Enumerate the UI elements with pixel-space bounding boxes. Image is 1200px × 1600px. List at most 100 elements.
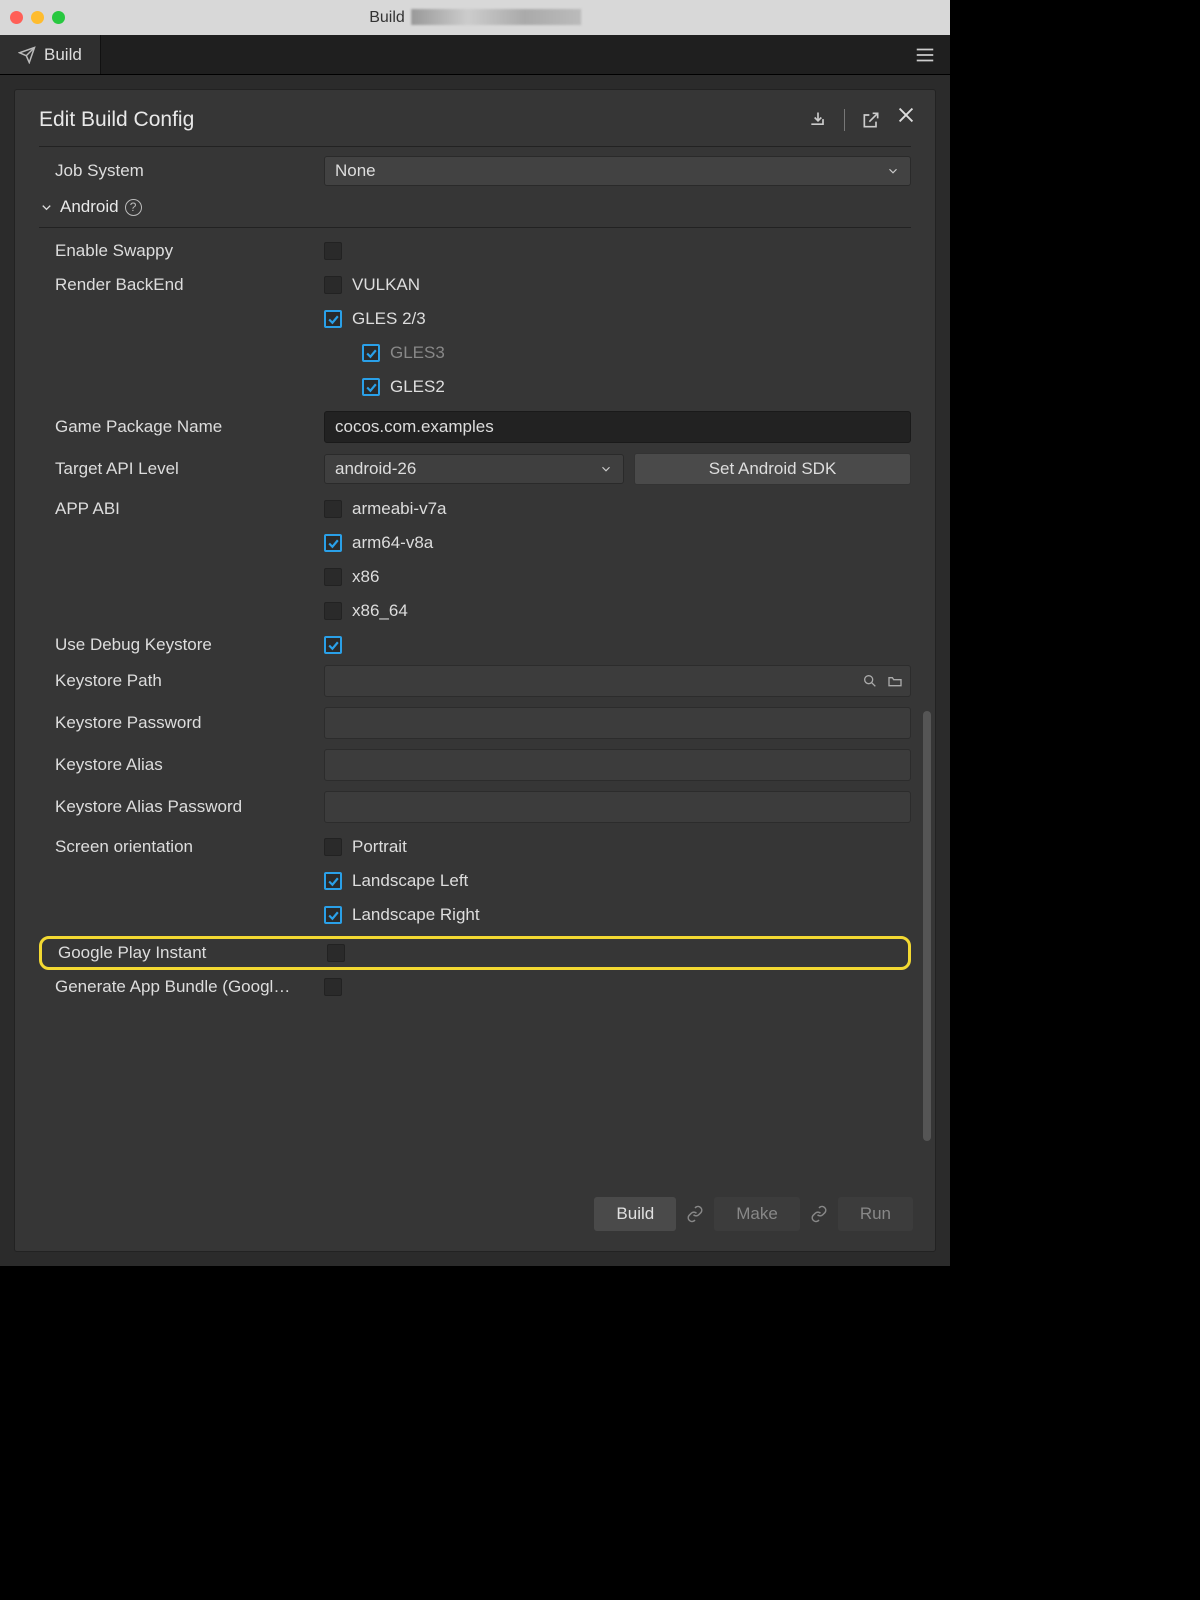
label-google-play-instant: Google Play Instant: [42, 943, 327, 963]
import-icon[interactable]: [808, 110, 828, 130]
arm64-label: arm64-v8a: [352, 533, 433, 553]
portrait-label: Portrait: [352, 837, 407, 857]
keystore-path-input[interactable]: [324, 665, 911, 697]
divider: [844, 109, 845, 131]
row-app-bundle: Generate App Bundle (Googl…: [39, 972, 911, 1002]
window: Build Build Edit Build Config: [0, 0, 950, 1266]
row-debug-keystore: Use Debug Keystore: [39, 630, 911, 660]
gles3-checkbox[interactable]: [362, 344, 380, 362]
row-google-play-instant: Google Play Instant: [42, 943, 908, 963]
keystore-alias-password-input[interactable]: [324, 791, 911, 823]
help-icon[interactable]: ?: [125, 199, 142, 216]
search-icon[interactable]: [862, 673, 878, 689]
chevron-down-icon: [886, 164, 900, 178]
row-keystore-path: Keystore Path: [39, 660, 911, 702]
job-system-select[interactable]: None: [324, 156, 911, 186]
gles23-label: GLES 2/3: [352, 309, 426, 329]
row-keystore-alias: Keystore Alias: [39, 744, 911, 786]
gles3-label: GLES3: [390, 343, 445, 363]
link-icon[interactable]: [810, 1205, 828, 1223]
divider: [39, 146, 911, 147]
label-keystore-password: Keystore Password: [39, 713, 324, 733]
armeabi-checkbox[interactable]: [324, 500, 342, 518]
link-icon[interactable]: [686, 1205, 704, 1223]
panel-footer: Build Make Run: [15, 1181, 935, 1251]
gles23-checkbox[interactable]: [324, 310, 342, 328]
google-play-instant-checkbox[interactable]: [327, 944, 345, 962]
gles2-label: GLES2: [390, 377, 445, 397]
close-window-button[interactable]: [10, 11, 23, 24]
label-app-bundle: Generate App Bundle (Googl…: [39, 977, 324, 997]
button-label: Set Android SDK: [709, 459, 837, 479]
panel-actions: [808, 109, 881, 131]
folder-open-icon[interactable]: [886, 673, 904, 689]
label-package-name: Game Package Name: [39, 417, 324, 437]
arm64-checkbox[interactable]: [324, 534, 342, 552]
enable-swappy-checkbox[interactable]: [324, 242, 342, 260]
row-orientation: Screen orientation Portrait Landscape Le…: [39, 828, 911, 934]
landscape-right-checkbox[interactable]: [324, 906, 342, 924]
paper-plane-icon: [18, 46, 36, 64]
label-keystore-path: Keystore Path: [39, 671, 324, 691]
x86-label: x86: [352, 567, 379, 587]
window-title: Build: [369, 9, 581, 27]
scrollbar-thumb[interactable]: [923, 711, 931, 1141]
tab-label: Build: [44, 45, 82, 65]
row-keystore-alias-password: Keystore Alias Password: [39, 786, 911, 828]
label-target-api: Target API Level: [39, 459, 324, 479]
label-orientation: Screen orientation: [39, 833, 324, 857]
x86-checkbox[interactable]: [324, 568, 342, 586]
landscape-left-label: Landscape Left: [352, 871, 468, 891]
portrait-checkbox[interactable]: [324, 838, 342, 856]
label-app-abi: APP ABI: [39, 495, 324, 519]
minimize-window-button[interactable]: [31, 11, 44, 24]
label-keystore-alias: Keystore Alias: [39, 755, 324, 775]
label-render-backend: Render BackEnd: [39, 271, 324, 295]
gles2-checkbox[interactable]: [362, 378, 380, 396]
section-android[interactable]: Android ?: [39, 191, 911, 228]
landscape-left-checkbox[interactable]: [324, 872, 342, 890]
build-button[interactable]: Build: [594, 1197, 676, 1231]
debug-keystore-checkbox[interactable]: [324, 636, 342, 654]
landscape-right-label: Landscape Right: [352, 905, 480, 925]
vulkan-checkbox[interactable]: [324, 276, 342, 294]
tab-bar: Build: [0, 35, 950, 75]
close-icon[interactable]: [895, 104, 917, 126]
panel-title: Edit Build Config: [39, 108, 194, 132]
select-value: android-26: [335, 459, 416, 479]
row-keystore-password: Keystore Password: [39, 702, 911, 744]
hamburger-menu[interactable]: [900, 35, 950, 74]
x86-64-checkbox[interactable]: [324, 602, 342, 620]
x86-64-label: x86_64: [352, 601, 408, 621]
window-controls: [10, 11, 65, 24]
run-button[interactable]: Run: [838, 1197, 913, 1231]
keystore-password-input[interactable]: [324, 707, 911, 739]
maximize-window-button[interactable]: [52, 11, 65, 24]
row-target-api: Target API Level android-26 Set Android …: [39, 448, 911, 490]
chevron-down-icon: [39, 200, 54, 215]
make-button[interactable]: Make: [714, 1197, 800, 1231]
app-bundle-checkbox[interactable]: [324, 978, 342, 996]
tab-build[interactable]: Build: [0, 35, 101, 74]
label-enable-swappy: Enable Swappy: [39, 241, 324, 261]
select-value: None: [335, 161, 376, 181]
set-android-sdk-button[interactable]: Set Android SDK: [634, 453, 911, 485]
row-enable-swappy: Enable Swappy: [39, 236, 911, 266]
export-icon[interactable]: [861, 110, 881, 130]
build-config-panel: Edit Build Config Job System None: [14, 89, 936, 1252]
vulkan-label: VULKAN: [352, 275, 420, 295]
chevron-down-icon: [599, 462, 613, 476]
label-keystore-alias-password: Keystore Alias Password: [39, 797, 324, 817]
package-name-input[interactable]: cocos.com.examples: [324, 411, 911, 443]
armeabi-label: armeabi-v7a: [352, 499, 447, 519]
row-job-system: Job System None: [39, 151, 911, 191]
section-label: Android: [60, 197, 119, 217]
titlebar: Build: [0, 0, 950, 35]
target-api-select[interactable]: android-26: [324, 454, 624, 484]
row-package-name: Game Package Name cocos.com.examples: [39, 406, 911, 448]
keystore-alias-input[interactable]: [324, 749, 911, 781]
input-value: cocos.com.examples: [335, 417, 494, 437]
row-render-backend: Render BackEnd VULKAN GLES 2/3: [39, 266, 911, 406]
row-app-abi: APP ABI armeabi-v7a arm64-v8a x86 x86_64: [39, 490, 911, 630]
label-debug-keystore: Use Debug Keystore: [39, 635, 324, 655]
